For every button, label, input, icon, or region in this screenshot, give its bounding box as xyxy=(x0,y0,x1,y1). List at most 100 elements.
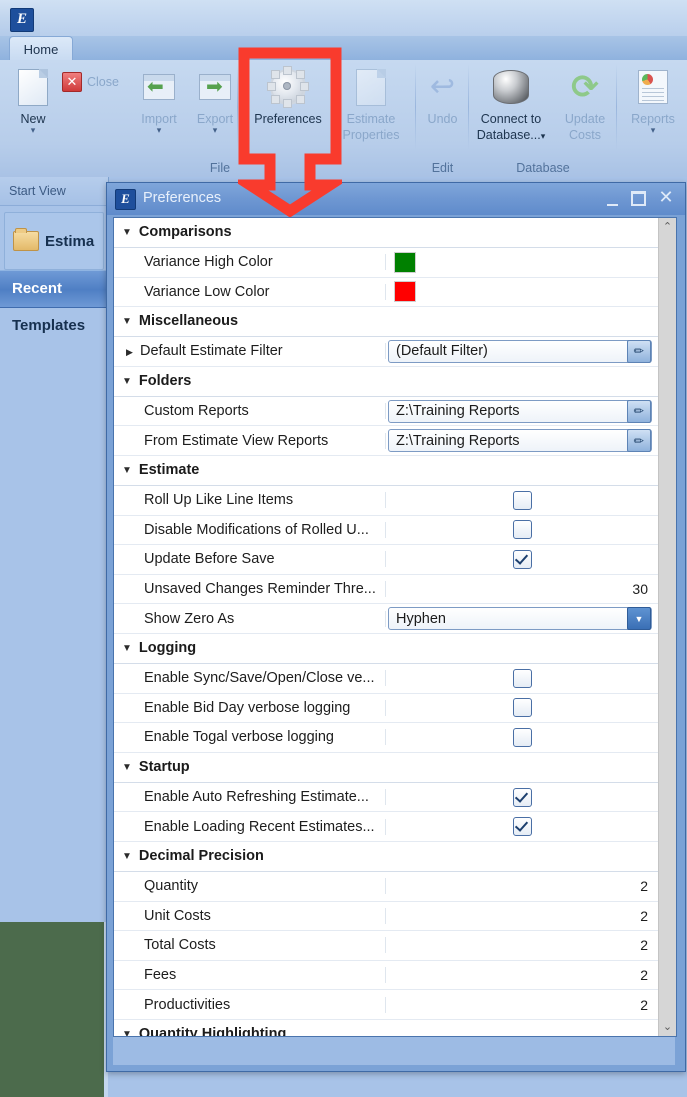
preference-value[interactable]: Hyphen ▼ xyxy=(386,604,658,633)
section-header[interactable]: ▼ Miscellaneous xyxy=(114,307,658,338)
preference-row[interactable]: Enable Auto Refreshing Estimate... xyxy=(114,782,658,813)
pencil-icon[interactable]: ✎ xyxy=(627,429,651,453)
checkbox-checked[interactable] xyxy=(512,817,532,837)
preference-row[interactable]: ▶ Default Estimate Filter (Default Filter)… xyxy=(114,337,658,367)
preference-row[interactable]: Productivities 2 xyxy=(114,990,658,1020)
vertical-scrollbar[interactable]: ⌃ ⌄ xyxy=(658,218,676,1036)
preference-row[interactable]: Enable Togal verbose logging xyxy=(114,723,658,753)
section-header[interactable]: ▼ Quantity Highlighting xyxy=(114,1019,658,1036)
sidebar-item-recent[interactable]: Recent xyxy=(0,270,108,308)
preference-label: Enable Sync/Save/Open/Close ve... xyxy=(114,670,386,687)
ribbon-button-close[interactable]: ✕ Close xyxy=(62,72,136,92)
preference-row[interactable]: Variance Low Color xyxy=(114,277,658,308)
ribbon-button-connect-to-database[interactable]: Connect to Database...▾ xyxy=(471,64,551,143)
preference-number-value[interactable]: 30 xyxy=(386,575,658,604)
preference-value[interactable]: (Default Filter) ✎ xyxy=(386,337,658,366)
preference-row[interactable]: Variance High Color xyxy=(114,248,658,278)
caret-right-icon[interactable]: ▶ xyxy=(126,347,140,358)
minimize-button[interactable] xyxy=(601,188,623,208)
checkbox-unchecked[interactable] xyxy=(512,698,532,718)
ribbon-button-update-costs[interactable]: ⟳ Update Costs xyxy=(557,64,613,143)
preference-row[interactable]: Custom Reports Z:\Training Reports ✎ xyxy=(114,396,658,427)
ribbon-button-undo[interactable]: ↩ Undo xyxy=(416,64,469,126)
preference-row[interactable]: Update Before Save xyxy=(114,545,658,575)
section-header[interactable]: ▼ Logging xyxy=(114,633,658,664)
sidebar-card-estimates[interactable]: Estima xyxy=(4,212,104,270)
preference-value[interactable]: Z:\Training Reports ✎ xyxy=(386,426,658,455)
preference-row[interactable]: Roll Up Like Line Items xyxy=(114,485,658,516)
preference-label: Fees xyxy=(114,966,386,983)
preference-row[interactable]: From Estimate View Reports Z:\Training Re… xyxy=(114,426,658,456)
chevron-down-icon: ▾ xyxy=(540,131,546,141)
maximize-button[interactable] xyxy=(627,188,649,208)
preference-label: Enable Loading Recent Estimates... xyxy=(114,818,386,835)
preference-number-value[interactable]: 2 xyxy=(386,872,658,901)
preference-row[interactable]: Show Zero As Hyphen ▼ xyxy=(114,604,658,634)
preference-row[interactable]: Unit Costs 2 xyxy=(114,901,658,932)
checkbox-unchecked[interactable] xyxy=(512,668,532,688)
preference-row[interactable]: Enable Sync/Save/Open/Close ve... xyxy=(114,663,658,694)
ribbon-button-import[interactable]: ⬅ Import ▾ xyxy=(132,64,186,135)
preference-value[interactable] xyxy=(386,486,658,515)
preference-value[interactable] xyxy=(386,278,658,307)
dropdown-select[interactable]: Hyphen ▼ xyxy=(388,607,652,631)
preference-number-value[interactable]: 2 xyxy=(386,961,658,990)
pencil-icon[interactable]: ✎ xyxy=(627,339,651,363)
preference-row[interactable]: Fees 2 xyxy=(114,960,658,991)
pencil-icon[interactable]: ✎ xyxy=(627,399,651,423)
checkbox-unchecked[interactable] xyxy=(512,490,532,510)
text-field[interactable]: (Default Filter) ✎ xyxy=(388,339,652,363)
preference-row[interactable]: Enable Bid Day verbose logging xyxy=(114,693,658,724)
connect-database-line2: Database...▾ xyxy=(476,128,546,142)
checkbox-unchecked[interactable] xyxy=(512,520,532,540)
ribbon-group-label-database: Database xyxy=(516,161,570,175)
chevron-down-icon[interactable]: ▼ xyxy=(627,607,651,631)
ribbon-button-estimate-properties[interactable]: Estimate Properties xyxy=(336,64,406,142)
ribbon-button-reports[interactable]: Reports ▾ xyxy=(624,64,682,135)
preference-value[interactable] xyxy=(386,248,658,277)
preference-row[interactable]: Disable Modifications of Rolled U... xyxy=(114,515,658,546)
preference-label: ▶ Default Estimate Filter xyxy=(114,343,386,360)
preference-number-value[interactable]: 2 xyxy=(386,902,658,931)
section-header[interactable]: ▼ Estimate xyxy=(114,455,658,486)
maximize-icon xyxy=(630,190,646,206)
section-header[interactable]: ▼ Startup xyxy=(114,752,658,783)
preference-number-value[interactable]: 2 xyxy=(386,990,658,1019)
ribbon-button-new[interactable]: New ▾ xyxy=(6,64,60,135)
ribbon-button-preferences[interactable]: Preferences xyxy=(248,64,328,126)
preference-value[interactable] xyxy=(386,664,658,693)
preference-value[interactable]: Z:\Training Reports ✎ xyxy=(386,397,658,426)
preference-label: Variance Low Color xyxy=(114,283,386,300)
preference-row[interactable]: Enable Loading Recent Estimates... xyxy=(114,812,658,842)
preference-value[interactable] xyxy=(386,783,658,812)
preference-number-value[interactable]: 2 xyxy=(386,931,658,960)
close-x-icon: ✕ xyxy=(62,72,82,92)
color-swatch[interactable] xyxy=(394,251,416,273)
text-field[interactable]: Z:\Training Reports ✎ xyxy=(388,399,652,423)
checkbox-checked[interactable] xyxy=(512,787,532,807)
preference-value[interactable] xyxy=(386,723,658,752)
tab-home[interactable]: Home xyxy=(9,36,73,63)
preference-value[interactable] xyxy=(386,516,658,545)
ribbon-button-export[interactable]: ➡ Export ▾ xyxy=(188,64,242,135)
section-header[interactable]: ▼ Decimal Precision xyxy=(114,841,658,872)
preference-value[interactable] xyxy=(386,545,658,574)
preference-value[interactable] xyxy=(386,812,658,841)
caret-down-icon: ▼ xyxy=(122,316,132,328)
color-swatch[interactable] xyxy=(394,281,416,303)
preference-value[interactable] xyxy=(386,694,658,723)
close-button[interactable]: ✕ xyxy=(655,188,677,208)
sidebar-item-templates[interactable]: Templates xyxy=(0,308,108,344)
dialog-title-bar[interactable]: E Preferences ✕ xyxy=(107,183,685,215)
checkbox-checked[interactable] xyxy=(512,549,532,569)
section-header[interactable]: ▼ Folders xyxy=(114,366,658,397)
checkbox-unchecked[interactable] xyxy=(512,727,532,747)
text-field[interactable]: Z:\Training Reports ✎ xyxy=(388,429,652,453)
scroll-down-icon[interactable]: ⌄ xyxy=(659,1018,676,1036)
scroll-up-icon[interactable]: ⌃ xyxy=(659,218,676,236)
caret-down-icon: ▼ xyxy=(122,761,132,773)
section-header[interactable]: ▼ Comparisons xyxy=(114,218,658,248)
preference-row[interactable]: Unsaved Changes Reminder Thre... 30 xyxy=(114,574,658,605)
preference-row[interactable]: Total Costs 2 xyxy=(114,931,658,961)
preference-row[interactable]: Quantity 2 xyxy=(114,871,658,902)
